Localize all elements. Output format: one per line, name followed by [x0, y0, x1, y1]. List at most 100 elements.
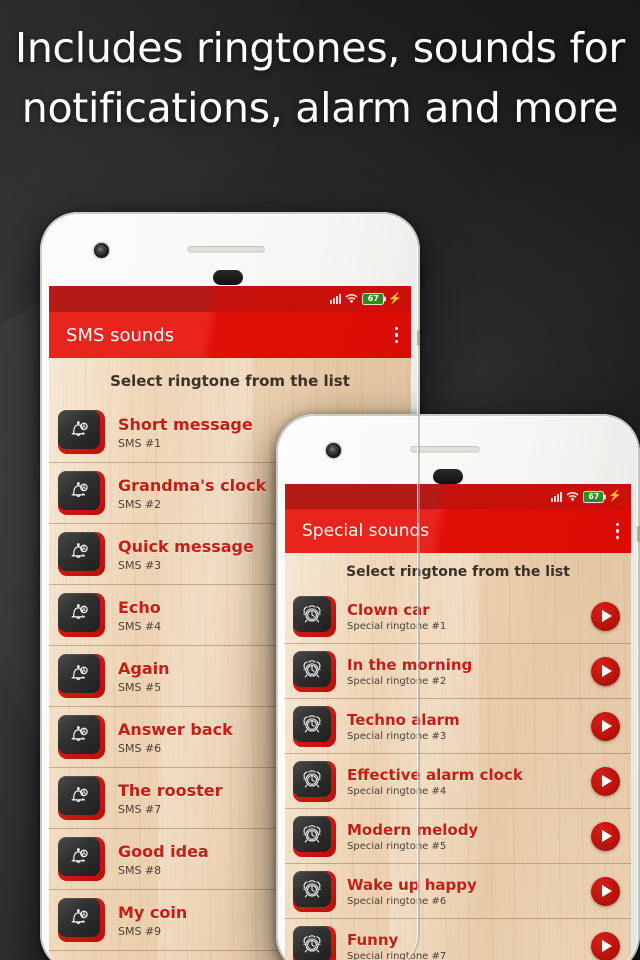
phone1-app-title: SMS sounds [66, 324, 175, 346]
ringtone-title: Effective alarm clock [347, 765, 523, 784]
play-icon[interactable] [591, 766, 620, 796]
ringtone-text: Grandma's clock SMS #2 [118, 476, 399, 511]
ringtone-icon-tile [58, 532, 105, 576]
proximity-sensor-icon [433, 469, 463, 484]
ringtone-title: Funny [347, 930, 399, 949]
ringtone-row[interactable]: Techno alarm Special ringtone #3 [285, 699, 631, 754]
ringtone-subtitle: Special ringtone #1 [347, 620, 447, 632]
ringtone-title: In the morning [347, 655, 473, 674]
battery-level: 67 [588, 491, 600, 501]
ringtone-icon-tile [293, 705, 336, 747]
ringtone-subtitle: SMS #1 [118, 436, 162, 450]
ringtone-row[interactable]: In the morning Special ringtone #2 [285, 644, 631, 699]
notification-bell-clock-icon [58, 715, 100, 754]
play-triangle [602, 885, 612, 897]
ringtone-icon-tile [293, 650, 336, 692]
play-triangle [602, 775, 612, 787]
ringtone-text: Wake up happy Special ringtone #6 [347, 876, 591, 907]
ringtone-icon-tile [58, 654, 105, 698]
ringtone-text: Modern melody Special ringtone #5 [347, 821, 591, 852]
ringtone-icon-tile [58, 410, 105, 454]
ringtone-icon-tile [293, 595, 336, 637]
headline-line-1: Includes ringtones, sounds for [15, 24, 625, 72]
notification-bell-clock-icon [58, 593, 100, 632]
ringtone-text: In the morning Special ringtone #2 [347, 656, 591, 687]
ringtone-row[interactable]: Effective alarm clock Special ringtone #4 [285, 754, 631, 809]
battery-icon: 67 [583, 490, 605, 503]
ringtone-title: Quick message [118, 536, 254, 556]
signal-bars-icon [330, 294, 342, 304]
play-triangle [602, 665, 612, 677]
ringtone-row[interactable]: Clown car Special ringtone #1 [285, 589, 631, 644]
charging-bolt-icon: ⚡ [608, 490, 622, 502]
notification-bell-clock-icon [58, 532, 100, 571]
ringtone-title: Short message [118, 414, 253, 434]
ringtone-icon-tile [293, 925, 336, 960]
ringtone-text: Effective alarm clock Special ringtone #4 [347, 766, 591, 797]
play-icon[interactable] [591, 931, 620, 960]
ringtone-row[interactable]: Modern melody Special ringtone #5 [285, 809, 631, 864]
ringtone-title: Techno alarm [347, 710, 460, 729]
notification-bell-clock-icon [58, 471, 100, 510]
play-icon[interactable] [591, 601, 620, 631]
alarm-clock-icon [293, 870, 331, 907]
signal-bars-icon [551, 491, 563, 502]
ringtone-subtitle: Special ringtone #7 [347, 950, 447, 960]
ringtone-row[interactable]: Grandma's clock SMS #2 [49, 463, 411, 524]
ringtone-icon-tile [58, 715, 105, 759]
ringtone-icon-tile [293, 870, 336, 912]
ringtone-icon-tile [58, 837, 105, 881]
power-button[interactable] [417, 330, 420, 346]
ringtone-title: Wake up happy [347, 875, 477, 894]
ringtone-title: Grandma's clock [118, 475, 267, 495]
phone1-list-hint: Select ringtone from the list [110, 372, 350, 390]
ringtone-subtitle: Special ringtone #6 [347, 895, 447, 907]
alarm-clock-icon [293, 595, 331, 632]
ringtone-row[interactable]: Short message SMS #1 [49, 402, 411, 463]
notification-bell-clock-icon [58, 898, 100, 937]
ringtone-text: Short message SMS #1 [118, 415, 399, 450]
ringtone-text: Quick message SMS #3 [118, 537, 399, 572]
play-icon[interactable] [591, 711, 620, 741]
ringtone-subtitle: Special ringtone #2 [347, 675, 447, 687]
earpiece-speaker-icon [410, 446, 480, 453]
ringtone-subtitle: SMS #2 [118, 497, 162, 511]
kebab-menu-icon[interactable] [615, 521, 619, 540]
promo-headline: Includes ringtones, sounds for notificat… [0, 18, 640, 139]
battery-level: 67 [367, 294, 379, 303]
alarm-clock-icon [293, 815, 331, 852]
ringtone-icon-tile [58, 776, 105, 820]
battery-icon: 67 [362, 293, 385, 305]
kebab-menu-icon[interactable] [394, 325, 398, 344]
ringtone-row[interactable]: Funny Special ringtone #7 [285, 919, 631, 960]
ringtone-icon-tile [58, 593, 105, 637]
ringtone-subtitle: Special ringtone #5 [347, 840, 447, 852]
charging-bolt-icon: ⚡ [388, 292, 402, 305]
alarm-clock-icon [293, 705, 331, 742]
play-icon[interactable] [591, 656, 620, 686]
play-icon[interactable] [591, 876, 620, 906]
ringtone-icon-tile [293, 815, 336, 857]
ringtone-row[interactable]: Wake up happy Special ringtone #6 [285, 864, 631, 919]
ringtone-text: Techno alarm Special ringtone #3 [347, 711, 591, 742]
ringtone-icon-tile [293, 760, 336, 802]
earpiece-speaker-icon [187, 246, 265, 253]
wifi-icon [566, 488, 579, 506]
ringtone-row[interactable]: Quick message SMS #3 [49, 524, 411, 585]
phone1-status-bar: 67 ⚡ [49, 286, 411, 312]
ringtone-subtitle: Special ringtone #4 [347, 785, 447, 797]
phone2-ringtone-list: Clown car Special ringtone #1 In the morni… [285, 589, 631, 960]
notification-bell-clock-icon [58, 410, 100, 449]
alarm-clock-icon [293, 925, 331, 960]
notification-bell-clock-icon [58, 776, 100, 815]
ringtone-icon-tile [58, 898, 105, 942]
alarm-clock-icon [293, 650, 331, 687]
alarm-clock-icon [293, 760, 331, 797]
front-camera-icon [94, 243, 109, 258]
ringtone-icon-tile [58, 471, 105, 515]
play-icon[interactable] [591, 821, 620, 851]
ringtone-subtitle: Special ringtone #3 [347, 730, 447, 742]
ringtone-subtitle: SMS #7 [118, 802, 162, 816]
play-triangle [602, 830, 612, 842]
ringtone-subtitle: SMS #3 [118, 558, 162, 572]
